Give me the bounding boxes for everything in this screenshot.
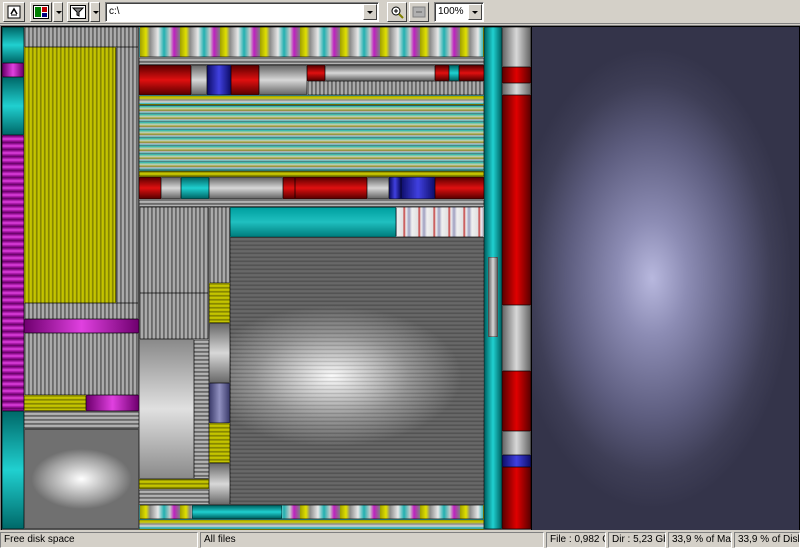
treemap-block[interactable]	[139, 293, 209, 339]
treemap-block[interactable]	[209, 423, 230, 463]
treemap-block[interactable]	[295, 177, 367, 199]
treemap-block[interactable]	[24, 411, 139, 429]
treemap-block[interactable]	[139, 479, 209, 489]
treemap-block[interactable]	[231, 65, 259, 95]
view-mode-button[interactable]	[30, 2, 52, 22]
view-mode-dropdown[interactable]	[53, 2, 63, 22]
treemap-block[interactable]	[192, 505, 282, 519]
treemap-block[interactable]	[502, 371, 531, 431]
treemap-block[interactable]	[24, 429, 139, 529]
treemap-block[interactable]	[459, 65, 484, 81]
treemap-block[interactable]	[191, 65, 207, 95]
toolbar: c:\ 100%	[0, 0, 800, 24]
zoom-value: 100%	[438, 6, 464, 17]
treemap-block[interactable]	[139, 489, 209, 505]
status-map-percent: 33,9 % of Map	[668, 532, 732, 548]
treemap-block[interactable]	[86, 395, 139, 411]
treemap-block[interactable]	[259, 65, 307, 95]
treemap-block[interactable]	[307, 81, 484, 95]
treemap[interactable]	[2, 27, 531, 530]
status-dir-size: Dir : 5,23 Gb	[608, 532, 666, 548]
free-space-area[interactable]	[532, 27, 799, 530]
refresh-icon	[7, 5, 21, 19]
treemap-block[interactable]	[307, 65, 325, 81]
zoom-out-button[interactable]	[409, 2, 429, 22]
filter-button[interactable]	[67, 2, 89, 22]
treemap-block[interactable]	[2, 135, 24, 411]
treemap-block[interactable]	[488, 257, 498, 337]
treemap-block[interactable]	[139, 199, 484, 207]
status-file-size: File : 0,982 Gb	[546, 532, 606, 548]
treemap-block[interactable]	[139, 207, 209, 293]
path-value: c:\	[109, 6, 120, 17]
treemap-block[interactable]	[161, 177, 181, 199]
treemap-block[interactable]	[24, 47, 116, 303]
treemap-block[interactable]	[139, 339, 194, 479]
chevron-down-icon[interactable]	[468, 4, 482, 20]
treemap-block[interactable]	[502, 27, 531, 67]
treemap-block[interactable]	[24, 27, 139, 47]
treemap-block[interactable]	[139, 65, 191, 95]
treemap-block[interactable]	[209, 283, 230, 323]
treemap-block[interactable]	[283, 177, 295, 199]
treemap-block[interactable]	[207, 65, 231, 95]
treemap-block[interactable]	[24, 303, 139, 319]
treemap-block[interactable]	[502, 95, 531, 305]
treemap-block[interactable]	[24, 319, 139, 333]
treemap-block[interactable]	[502, 83, 531, 95]
treemap-block[interactable]	[194, 339, 209, 479]
treemap-block[interactable]	[139, 57, 484, 65]
treemap-block[interactable]	[435, 177, 484, 199]
filter-dropdown[interactable]	[90, 2, 100, 22]
treemap-texture	[230, 237, 484, 505]
treemap-block[interactable]	[139, 27, 484, 57]
treemap-block[interactable]	[502, 431, 531, 455]
app-window: c:\ 100% Free disk space All files File …	[0, 0, 800, 548]
treemap-block[interactable]	[209, 207, 230, 283]
chevron-down-icon[interactable]	[363, 4, 377, 20]
treemap-block[interactable]	[139, 177, 161, 199]
treemap-block[interactable]	[389, 177, 401, 199]
treemap-block[interactable]	[209, 383, 230, 423]
treemap-block[interactable]	[2, 411, 24, 529]
treemap-block[interactable]	[181, 177, 209, 199]
treemap-block[interactable]	[502, 467, 531, 529]
treemap-block[interactable]	[2, 77, 24, 135]
treemap-block[interactable]	[139, 505, 484, 519]
status-bar: Free disk space All files File : 0,982 G…	[0, 531, 800, 548]
treemap-block[interactable]	[325, 65, 435, 81]
zoom-in-button[interactable]	[387, 2, 407, 22]
treemap-block[interactable]	[209, 323, 230, 383]
zoom-in-icon	[391, 6, 404, 19]
treemap-block[interactable]	[230, 207, 396, 237]
treemap-block[interactable]	[367, 177, 389, 199]
refresh-button[interactable]	[3, 2, 25, 22]
zoom-combobox[interactable]: 100%	[434, 2, 484, 22]
treemap-block[interactable]	[502, 455, 531, 467]
treemap-block[interactable]	[401, 177, 435, 199]
treemap-block[interactable]	[139, 105, 484, 171]
status-filter: All files	[200, 532, 544, 548]
treemap-block[interactable]	[2, 63, 24, 77]
treemap-block[interactable]	[139, 519, 484, 530]
status-free-disk: Free disk space	[0, 532, 198, 548]
zoom-out-icon	[412, 6, 426, 18]
treemap-block[interactable]	[139, 95, 484, 105]
treemap-block[interactable]	[209, 463, 230, 505]
treemap-block[interactable]	[24, 395, 86, 411]
map-frame	[0, 25, 800, 530]
treemap-block[interactable]	[449, 65, 459, 81]
filter-icon	[70, 5, 86, 19]
treemap-block[interactable]	[502, 67, 531, 83]
treemap-block[interactable]	[2, 27, 24, 63]
treemap-block[interactable]	[209, 177, 283, 199]
treemap-block[interactable]	[116, 47, 139, 303]
treemap-block[interactable]	[502, 305, 531, 371]
path-combobox[interactable]: c:\	[105, 2, 379, 22]
treemap-block[interactable]	[24, 333, 139, 395]
treemap-block[interactable]	[435, 65, 449, 81]
treemap-block[interactable]	[396, 207, 484, 237]
view-mode-icon	[33, 5, 49, 19]
status-disk-percent: 33,9 % of Disk	[734, 532, 800, 548]
